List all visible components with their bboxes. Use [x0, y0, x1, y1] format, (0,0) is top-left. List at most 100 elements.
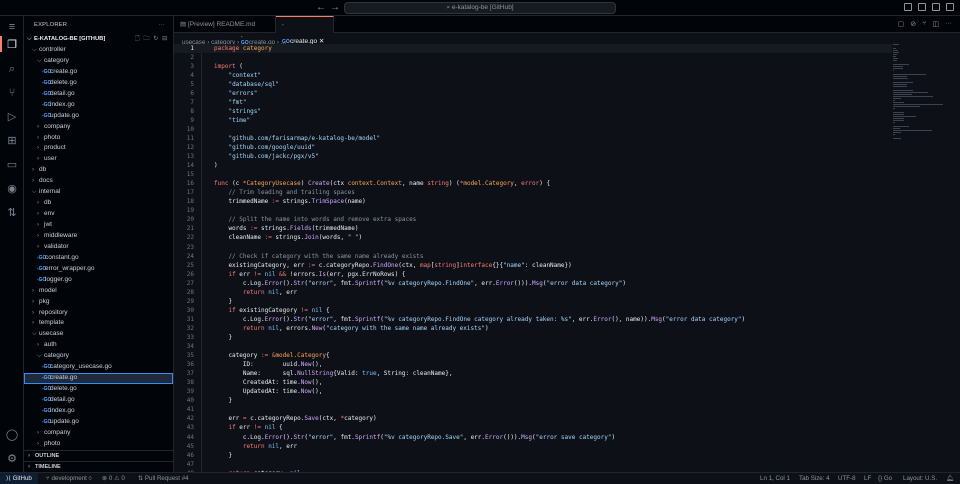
cursor-position[interactable]: Ln 1, Col 1 [760, 473, 790, 484]
folder-item[interactable]: › env [24, 209, 173, 220]
code-line[interactable]: 20 // Split the name into words and remo… [174, 215, 892, 224]
code-line[interactable]: 9 "time" [174, 116, 892, 125]
open-changes-icon[interactable]: ▢ [898, 20, 905, 28]
split-editor-icon[interactable]: ◫ [932, 20, 939, 28]
code-line[interactable]: 46 } [174, 451, 892, 460]
code-line[interactable]: 13 "github.com/jackc/pgx/v5" [174, 152, 892, 161]
code-line[interactable]: 2 [174, 53, 892, 62]
folder-item[interactable]: › docs [24, 176, 173, 187]
code-line[interactable]: 17 // Trim leading and trailing spaces [174, 188, 892, 197]
new-file-icon[interactable]: 🗋 [135, 34, 140, 45]
code-line[interactable]: 37 Name: sql.NullString{Valid: true, Str… [174, 369, 892, 378]
more-actions-icon[interactable]: ··· [945, 20, 952, 28]
language-mode[interactable]: {} Go [878, 473, 892, 484]
outline-section[interactable]: › OUTLINE [24, 450, 174, 461]
code-line[interactable]: 10 [174, 125, 892, 134]
file-item[interactable]: -GOdelete.go [24, 78, 173, 89]
code-line[interactable]: 29 } [174, 297, 892, 306]
file-item[interactable]: -GOupdate.go [24, 417, 173, 428]
code-line[interactable]: 25 existingCategory, err := c.categoryRe… [174, 261, 892, 270]
toggle-panel-icon[interactable] [918, 3, 926, 11]
code-line[interactable]: 45 return nil, err [174, 442, 892, 451]
code-line[interactable]: 5 "database/sql" [174, 80, 892, 89]
code-line[interactable]: 15 [174, 170, 892, 179]
no-entry-icon[interactable]: ⊘ [910, 20, 916, 28]
code-line[interactable]: 12 "github.com/google/uuid" [174, 143, 892, 152]
explorer-icon[interactable]: ❐ [5, 38, 19, 52]
code-line[interactable]: 44 c.Log.Error().Str("error", fmt.Sprint… [174, 433, 892, 442]
run-debug-icon[interactable]: ▷ [5, 110, 19, 124]
code-line[interactable]: 23 [174, 243, 892, 252]
sync-icon[interactable]: ⟳ [89, 475, 93, 482]
code-line[interactable]: 11 "github.com/farisarmap/e-katalog-be/m… [174, 134, 892, 143]
code-line[interactable]: 4 "context" [174, 71, 892, 80]
code-line[interactable]: 32 return nil, errors.New("category with… [174, 324, 892, 333]
code-line[interactable]: 35 category := &model.Category{ [174, 351, 892, 360]
code-line[interactable]: 7 "fmt" [174, 98, 892, 107]
minimap[interactable] [893, 44, 943, 139]
folder-item[interactable]: ⌵ controller [24, 45, 173, 56]
command-center[interactable]: ⌕ e-katalog-be [GitHub] [344, 2, 616, 14]
folder-item[interactable]: › company [24, 122, 173, 133]
pull-requests-icon[interactable]: ⇅ [5, 206, 19, 220]
code-line[interactable]: 33 } [174, 333, 892, 342]
code-line[interactable]: 18 trimmedName := strings.TrimSpace(name… [174, 197, 892, 206]
code-line[interactable]: 47 [174, 460, 892, 469]
code-line[interactable]: 28 return nil, err [174, 288, 892, 297]
code-line[interactable]: 38 CreatedAt: time.Now(), [174, 378, 892, 387]
tab-create-go[interactable]: -GOcreate.go ✕ [276, 16, 334, 45]
keyboard-layout[interactable]: Layout: U.S. [903, 473, 937, 484]
code-line[interactable]: 41 [174, 405, 892, 414]
folder-item[interactable]: › company [24, 428, 173, 439]
folder-item[interactable]: › db [24, 165, 173, 176]
encoding[interactable]: UTF-8 [838, 473, 856, 484]
code-line[interactable]: 30 if existingCategory != nil { [174, 306, 892, 315]
workspace-root[interactable]: ⌵ E-KATALOG-BE [GITHUB] 🗋 🗀 ↻ ⊟ [24, 34, 173, 45]
file-item[interactable]: -GOcategory_usecase.go [24, 362, 173, 373]
code-line[interactable]: 16 func (c *CategoryUsecase) Create(ctx c… [174, 179, 892, 188]
folder-item[interactable]: ⌵ internal [24, 187, 173, 198]
code-line[interactable]: 43 if err != nil { [174, 423, 892, 432]
more-actions-icon[interactable]: ··· [159, 16, 165, 34]
menu-icon[interactable]: ≡ [5, 20, 19, 34]
pull-request-indicator[interactable]: ⇅ Pull Request #4 [138, 473, 189, 484]
code-line[interactable]: 42 err = c.categoryRepo.Save(ctx, *categ… [174, 414, 892, 423]
file-item[interactable]: -GOdetail.go [24, 395, 173, 406]
customize-layout-icon[interactable] [946, 3, 954, 11]
code-line[interactable]: 27 c.Log.Error().Str("error", fmt.Sprint… [174, 279, 892, 288]
folder-item[interactable]: › middleware [24, 231, 173, 242]
new-folder-icon[interactable]: 🗀 [143, 34, 149, 45]
forward-button[interactable]: → [330, 2, 340, 13]
file-item[interactable]: -GOupdate.go [24, 111, 173, 122]
file-item[interactable]: -GOerror_wrapper.go [24, 264, 173, 275]
github-icon[interactable]: ◉ [5, 182, 19, 196]
folder-item[interactable]: › template [24, 318, 173, 329]
code-line[interactable]: 36 ID: uuid.New(), [174, 360, 892, 369]
search-icon[interactable]: ⌕ [5, 62, 19, 76]
code-line[interactable]: 8 "strings" [174, 107, 892, 116]
code-editor[interactable]: 1 package category 2 3 import (4 "context" 5 … [174, 43, 892, 478]
folder-item[interactable]: › user [24, 154, 173, 165]
toggle-primary-sidebar-icon[interactable] [904, 3, 912, 11]
problems-indicator[interactable]: ⊗ 0 ⚠ 0 [102, 473, 125, 484]
toggle-secondary-sidebar-icon[interactable] [932, 3, 940, 11]
file-item[interactable]: -GOdetail.go [24, 89, 173, 100]
code-line[interactable]: 22 cleanName := strings.Join(words, " ") [174, 233, 892, 242]
branch-indicator[interactable]: ⑂ development ⟳ [46, 473, 92, 484]
code-line[interactable]: 40 } [174, 396, 892, 405]
tab-size[interactable]: Tab Size: 4 [799, 473, 830, 484]
folder-item[interactable]: ⌵ category [24, 351, 173, 362]
file-item[interactable]: -GOcreate.go [24, 67, 173, 78]
folder-item[interactable]: › product [24, 143, 173, 154]
code-line[interactable]: 6 "errors" [174, 89, 892, 98]
remote-indicator[interactable]: ⟩⟨ GitHub [0, 473, 38, 484]
code-line[interactable]: 21 words := strings.Fields(trimmedName) [174, 224, 892, 233]
source-control-icon[interactable]: ⑂ [5, 86, 19, 100]
extensions-icon[interactable]: ⊞ [5, 134, 19, 148]
account-icon[interactable]: ◯ [5, 428, 19, 442]
folder-item[interactable]: ⌵ usecase [24, 329, 173, 340]
code-line[interactable]: 39 UpdatedAt: time.Now(), [174, 387, 892, 396]
code-line[interactable]: 19 [174, 206, 892, 215]
timeline-section[interactable]: › TIMELINE [24, 461, 174, 472]
back-button[interactable]: ← [316, 2, 326, 13]
